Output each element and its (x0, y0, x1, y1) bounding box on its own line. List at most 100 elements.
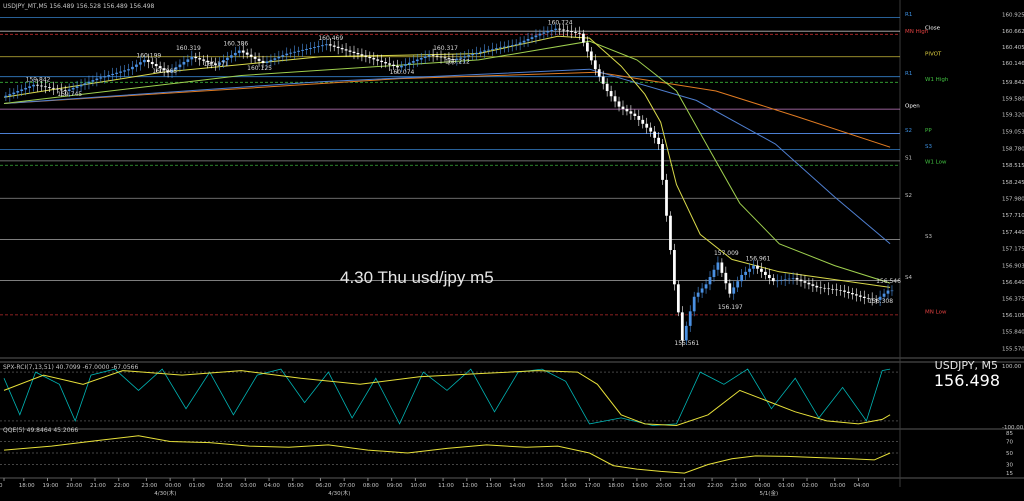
time-axis-label: 00:00 (165, 483, 181, 489)
candle-body (787, 278, 791, 280)
candle-body (142, 59, 146, 63)
candle-body (40, 85, 43, 87)
price-annotation: 156.546 (876, 278, 901, 285)
candle-body (728, 283, 732, 294)
time-axis-label: 07:00 (339, 483, 355, 489)
price-axis-tick: 159.320 (1002, 113, 1024, 119)
candle-body (154, 64, 158, 67)
candle-body (396, 66, 399, 68)
candle-body (593, 60, 597, 70)
candle-body (36, 84, 39, 86)
candle-body (356, 53, 360, 55)
level-label-14: S4 (905, 275, 912, 281)
candle-body (297, 50, 300, 52)
candle-body (657, 137, 660, 145)
level-label-6: Open (905, 104, 920, 110)
price-annotation: 160.125 (247, 65, 272, 72)
candle-body (289, 52, 293, 54)
candle-body (313, 47, 316, 49)
price-axis-tick: 156.105 (1002, 313, 1024, 319)
candle-body (150, 61, 154, 65)
time-axis-label: 19:00 (632, 483, 648, 489)
candle-body (75, 86, 79, 88)
candle-body (95, 78, 99, 81)
candle-body (767, 274, 771, 279)
candle-body (344, 49, 348, 51)
price-annotation: 160.065 (152, 68, 177, 75)
price-annotation: 160.386 (223, 41, 248, 48)
candle-body (764, 271, 767, 275)
mt5-chart-window[interactable]: R1CloseMN HighPIVOTR1W1 HighOpenPPS2S3S1… (0, 0, 1024, 501)
candle-body (99, 77, 103, 79)
candle-body (704, 284, 708, 289)
candle-body (48, 87, 51, 88)
candle-body (827, 288, 831, 290)
candle-body (463, 56, 467, 58)
candle-body (111, 73, 115, 76)
candle-body (471, 54, 475, 56)
price-axis[interactable]: 160.925 160.662 160.405 160.146 159.842 159.5… (1002, 13, 1024, 353)
time-axis-label: 20:00 (66, 483, 82, 489)
candle-body (823, 287, 827, 289)
candle-body (740, 274, 744, 282)
time-axis-label: 22:00 (707, 483, 723, 489)
date-axis-label: 4/30(木) (154, 489, 176, 497)
candle-body (364, 55, 368, 57)
candle-body (680, 312, 684, 341)
candle-body (368, 56, 372, 59)
candle-body (439, 56, 443, 58)
candle-body (585, 42, 589, 52)
time-axis-label: 20:00 (656, 483, 672, 489)
candle-body (498, 47, 502, 49)
price-axis-tick: 157.980 (1002, 196, 1024, 202)
candle-body (8, 94, 12, 96)
candle-body (653, 131, 657, 138)
candle-body (241, 50, 245, 53)
candle-body (554, 28, 558, 30)
candle-body (566, 30, 569, 32)
candle-body (665, 179, 668, 216)
candle-body (115, 72, 119, 74)
candle-body (716, 262, 720, 270)
candle-body (673, 250, 676, 285)
candle-body (882, 293, 886, 297)
candle-body (574, 32, 577, 33)
candle-body (226, 57, 229, 61)
candle-body (783, 279, 787, 280)
level-label-8: S2 (905, 128, 912, 134)
time-axis-label: 18:00 (19, 483, 35, 489)
candle-body (194, 56, 198, 59)
candle-body (107, 75, 111, 77)
candle-body (605, 83, 609, 92)
candle-body (87, 81, 91, 84)
price-annotation: 160.199 (136, 52, 161, 59)
time-axis-label: 03:00 (830, 483, 846, 489)
candle-body (700, 288, 704, 293)
candle-body (467, 55, 471, 57)
level-label-15: MN Low (925, 309, 947, 315)
candle-body (237, 50, 241, 53)
candle-body (317, 46, 320, 48)
price-axis-tick: 156.903 (1002, 263, 1024, 269)
candle-body (372, 58, 376, 60)
date-axis-label: 5/1(金) (759, 489, 778, 497)
price-axis-tick: 160.146 (1002, 61, 1024, 67)
price-annotation: 160.319 (176, 45, 201, 52)
candle-body (198, 58, 202, 60)
level-label-9: S3 (925, 144, 932, 150)
candle-body (392, 64, 395, 67)
time-axis-label: 04:00 (853, 483, 869, 489)
price-axis-tick: 158.515 (1002, 163, 1024, 169)
candle-body (131, 66, 134, 70)
price-annotation: 156.308 (868, 298, 893, 305)
candle-body (815, 285, 819, 288)
price-axis-tick: 160.925 (1002, 13, 1024, 19)
candle-body (229, 55, 233, 58)
candle-body (123, 70, 126, 72)
candle-body (360, 54, 364, 56)
candle-body (522, 40, 526, 43)
rci-axis-tick: 100.00 (1002, 364, 1022, 370)
time-axis-label: 05:00 (288, 483, 304, 489)
candle-body (752, 265, 755, 269)
candle-body (305, 48, 308, 50)
